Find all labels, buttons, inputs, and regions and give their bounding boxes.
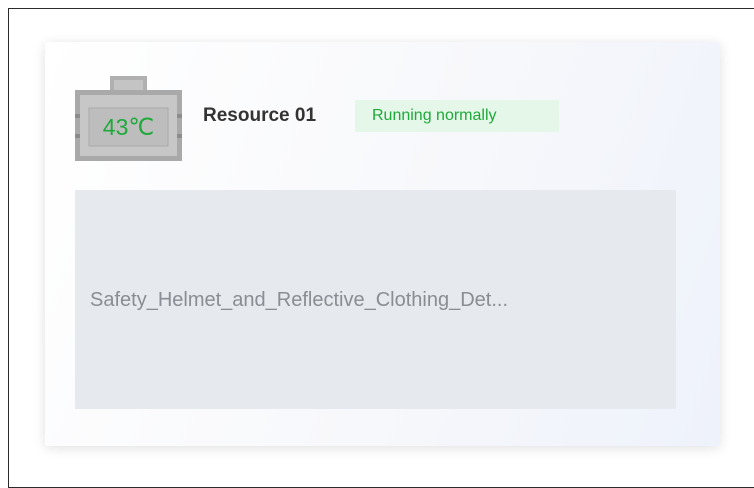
status-badge: Running normally — [355, 100, 559, 132]
resource-card[interactable]: 43℃ Resource 01 Running normally Safety_… — [45, 42, 720, 446]
temperature-readout: 43℃ — [102, 114, 155, 140]
task-panel[interactable]: Safety_Helmet_and_Reflective_Clothing_De… — [75, 190, 676, 409]
chip-icon: 43℃ — [75, 72, 182, 162]
resource-title: Resource 01 — [203, 105, 317, 126]
task-name-label: Safety_Helmet_and_Reflective_Clothing_De… — [90, 289, 509, 311]
